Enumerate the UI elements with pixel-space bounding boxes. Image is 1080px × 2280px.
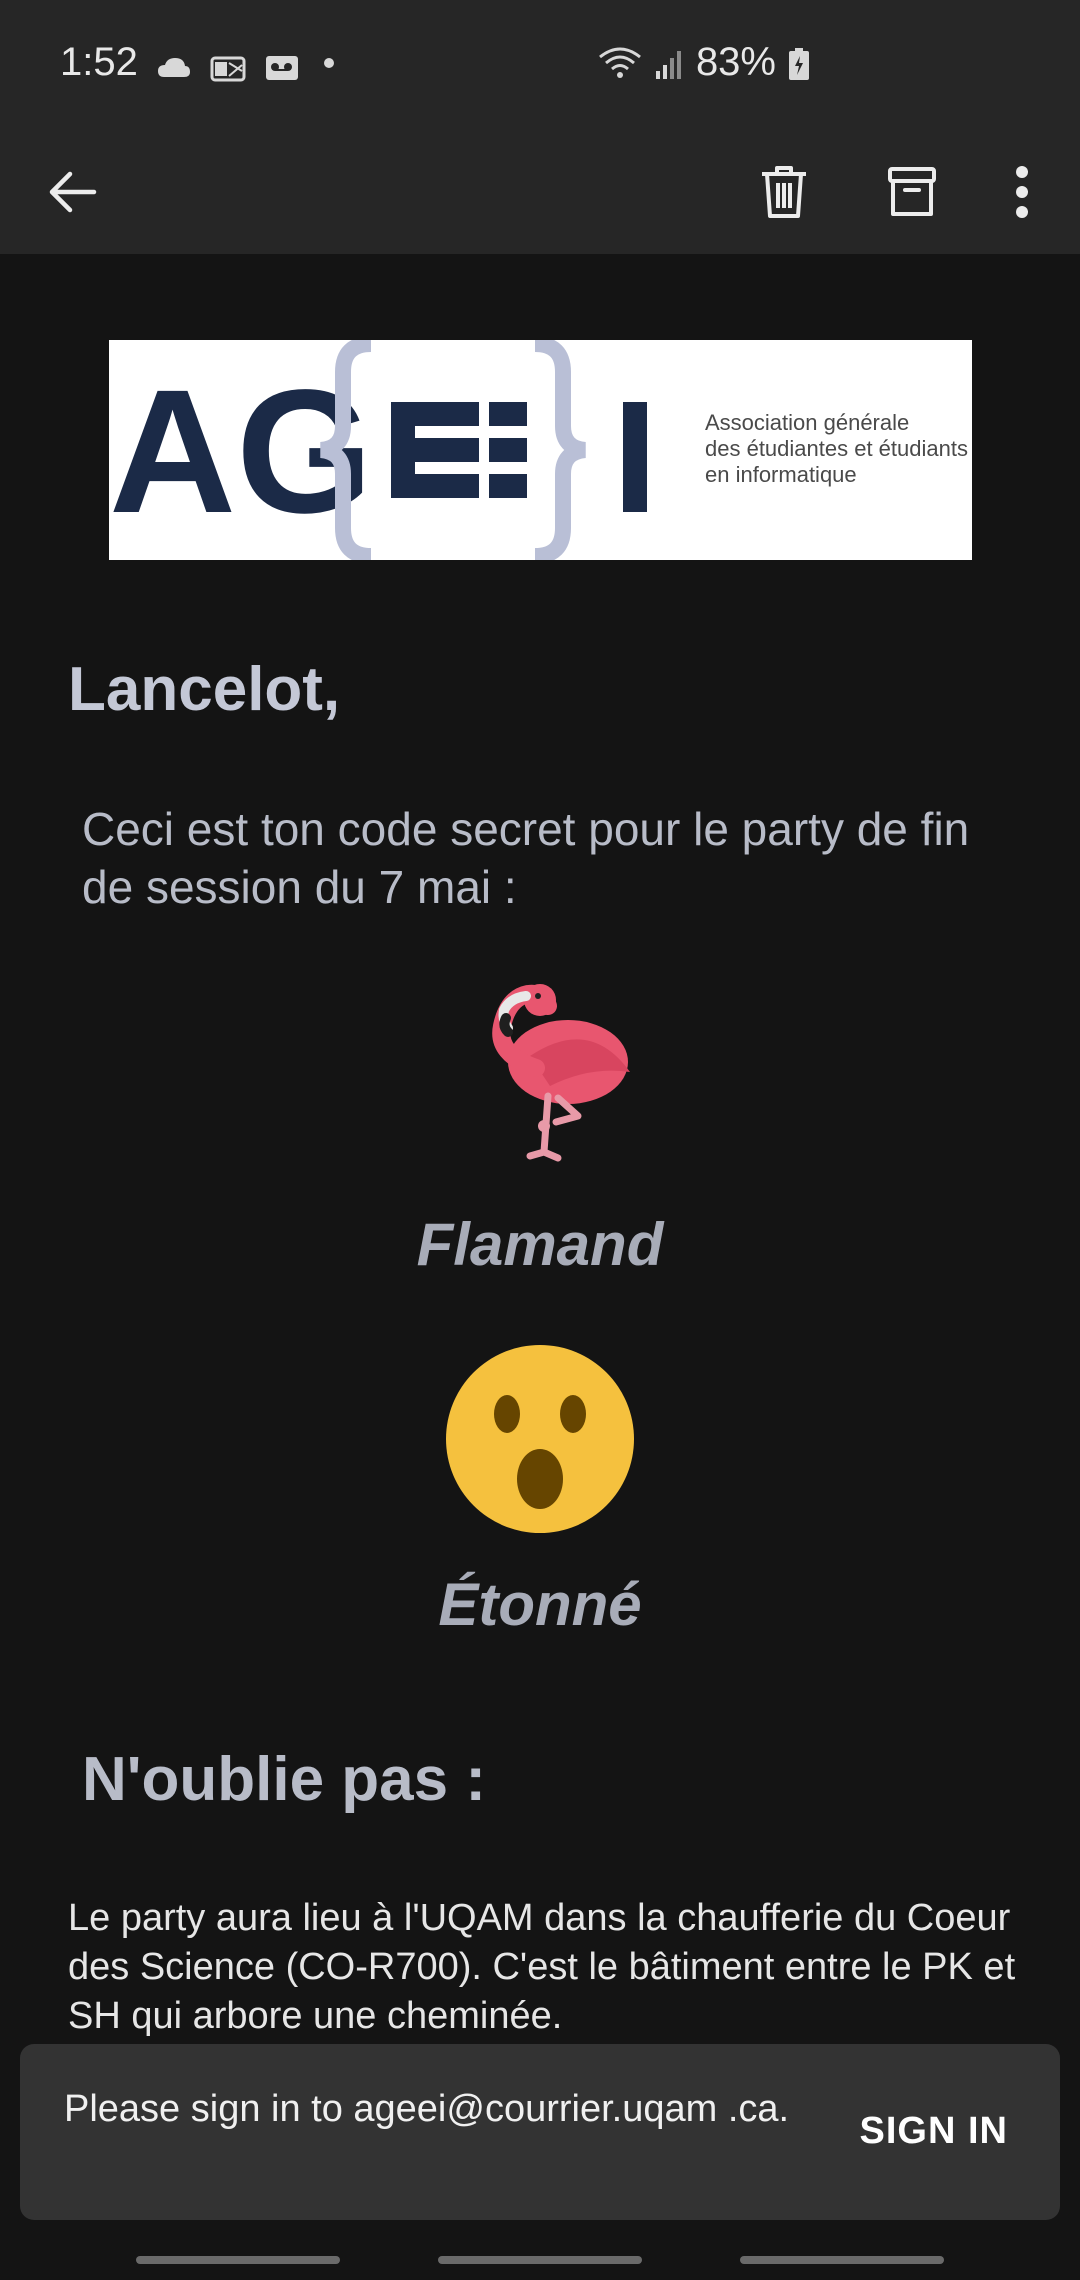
- delete-button[interactable]: [746, 156, 822, 232]
- code-word-2: Étonné: [438, 1571, 642, 1638]
- status-left: 1:52: [60, 40, 334, 85]
- code-word-1: Flamand: [416, 1211, 664, 1278]
- archive-button[interactable]: [874, 156, 950, 232]
- snackbar-message: Please sign in to ageei@courrier.uqam .c…: [64, 2088, 790, 2130]
- wifi-icon: [598, 46, 642, 80]
- trash-icon: [760, 164, 808, 225]
- reminder-body: Le party aura lieu à l'UQAM dans la chau…: [68, 1897, 1016, 2037]
- flamingo-icon: [440, 976, 640, 1171]
- more-options-button[interactable]: [984, 156, 1060, 232]
- arrow-left-icon: [46, 170, 98, 219]
- battery-icon: [788, 46, 810, 80]
- logo-tagline-line-2: des étudiantes et étudiants: [705, 436, 968, 461]
- astonished-face-icon: [445, 1344, 635, 1539]
- greeting: Lancelot,: [68, 655, 341, 724]
- logo-tagline-line-3: en informatique: [705, 462, 857, 487]
- reminder-heading: N'oublie pas :: [82, 1745, 486, 1814]
- nav-home-handle[interactable]: [438, 2256, 642, 2264]
- flamingo-emoji: [0, 976, 1080, 1171]
- sign-in-snackbar: Please sign in to ageei@courrier.uqam .c…: [20, 2044, 1060, 2220]
- more-vert-icon: [1014, 165, 1030, 223]
- logo-tagline: Association générale des étudiantes et é…: [705, 410, 972, 488]
- back-button[interactable]: [34, 156, 110, 232]
- voicemail-icon: [264, 48, 300, 80]
- notification-dot-icon: [323, 57, 334, 68]
- status-bar: 1:52 83%: [0, 0, 1080, 132]
- cloud-icon: [156, 48, 192, 78]
- sign-in-button[interactable]: SIGN IN: [860, 2110, 1008, 2153]
- intro-text: Ceci est ton code secret pour le party d…: [82, 803, 970, 913]
- status-right: 83%: [598, 40, 810, 85]
- signal-icon: [654, 46, 684, 80]
- status-time: 1:52: [60, 40, 138, 84]
- astonished-emoji: [0, 1344, 1080, 1539]
- email-toolbar: [0, 132, 1080, 254]
- nav-recents-handle[interactable]: [136, 2256, 340, 2264]
- archive-icon: [887, 166, 937, 223]
- battery-percentage: 83%: [695, 40, 776, 84]
- navigation-bar: [0, 2220, 1080, 2280]
- outlook-icon: [210, 48, 246, 81]
- ageei-logo: AG Association générale des étudiantes e…: [109, 340, 972, 560]
- logo-tagline-line-1: Association générale: [705, 410, 910, 435]
- email-body: AG Association générale des étudiantes e…: [0, 254, 1080, 2094]
- nav-back-handle[interactable]: [740, 2256, 944, 2264]
